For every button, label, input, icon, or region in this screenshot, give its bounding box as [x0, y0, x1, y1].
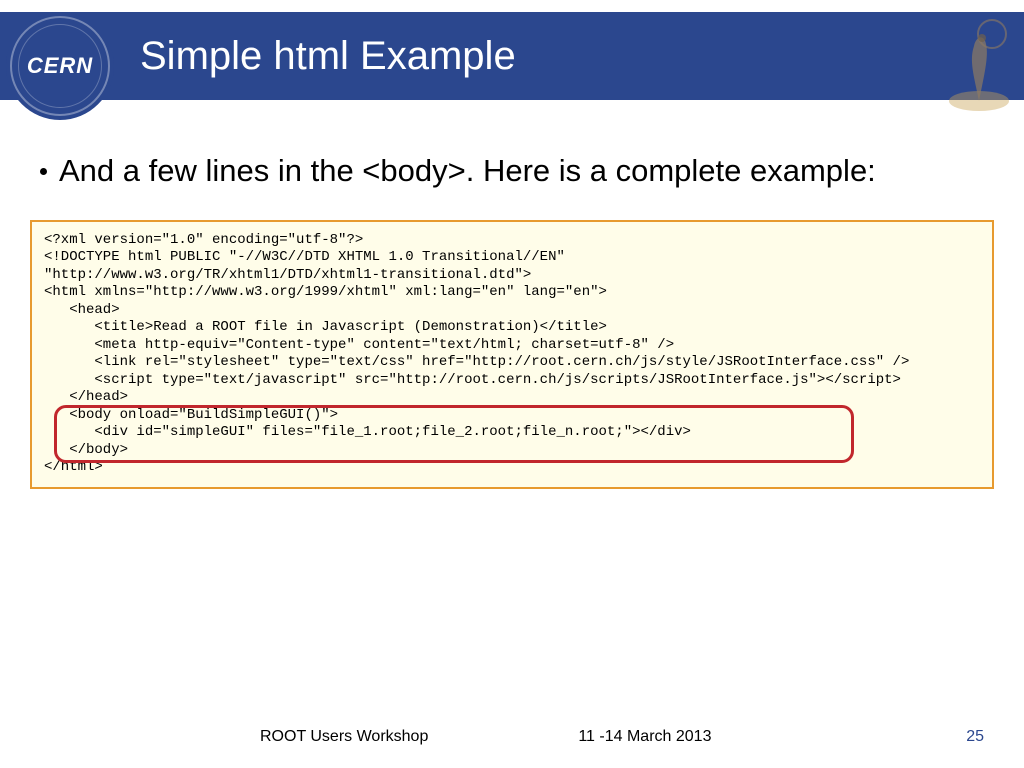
- code-line: <!DOCTYPE html PUBLIC "-//W3C//DTD XHTML…: [44, 249, 565, 265]
- content-area: And a few lines in the <body>. Here is a…: [30, 150, 994, 489]
- logo-text: CERN: [27, 53, 93, 79]
- code-line: "http://www.w3.org/TR/xhtml1/DTD/xhtml1-…: [44, 267, 531, 283]
- footer-date: 11 -14 March 2013: [578, 728, 711, 746]
- code-line: <link rel="stylesheet" type="text/css" h…: [44, 354, 909, 370]
- bullet-text: And a few lines in the <body>. Here is a…: [59, 150, 876, 192]
- bullet-item: And a few lines in the <body>. Here is a…: [40, 150, 994, 192]
- cern-logo: CERN: [6, 12, 114, 120]
- code-line: <head>: [44, 302, 120, 318]
- code-line: <meta http-equiv="Content-type" content=…: [44, 337, 674, 353]
- slide-number: 25: [966, 728, 984, 746]
- footer: ROOT Users Workshop 11 -14 March 2013 25: [0, 728, 1024, 746]
- slide-title: Simple html Example: [140, 34, 516, 79]
- footer-workshop: ROOT Users Workshop: [260, 728, 428, 746]
- bullet-dot-icon: [40, 168, 47, 175]
- code-line: </body>: [44, 442, 128, 458]
- code-line: <script type="text/javascript" src="http…: [44, 372, 901, 388]
- code-line: <body onload="BuildSimpleGUI()">: [44, 407, 338, 423]
- code-line: </head>: [44, 389, 128, 405]
- code-block: <?xml version="1.0" encoding="utf-8"?> <…: [30, 220, 994, 489]
- code-line: <div id="simpleGUI" files="file_1.root;f…: [44, 424, 691, 440]
- code-line: <title>Read a ROOT file in Javascript (D…: [44, 319, 607, 335]
- footer-center: ROOT Users Workshop 11 -14 March 2013: [260, 728, 711, 746]
- decorative-figure-icon: [944, 16, 1014, 116]
- header-bar: CERN Simple html Example: [0, 12, 1024, 100]
- code-line: <?xml version="1.0" encoding="utf-8"?>: [44, 232, 363, 248]
- code-line: </html>: [44, 459, 103, 475]
- code-line: <html xmlns="http://www.w3.org/1999/xhtm…: [44, 284, 607, 300]
